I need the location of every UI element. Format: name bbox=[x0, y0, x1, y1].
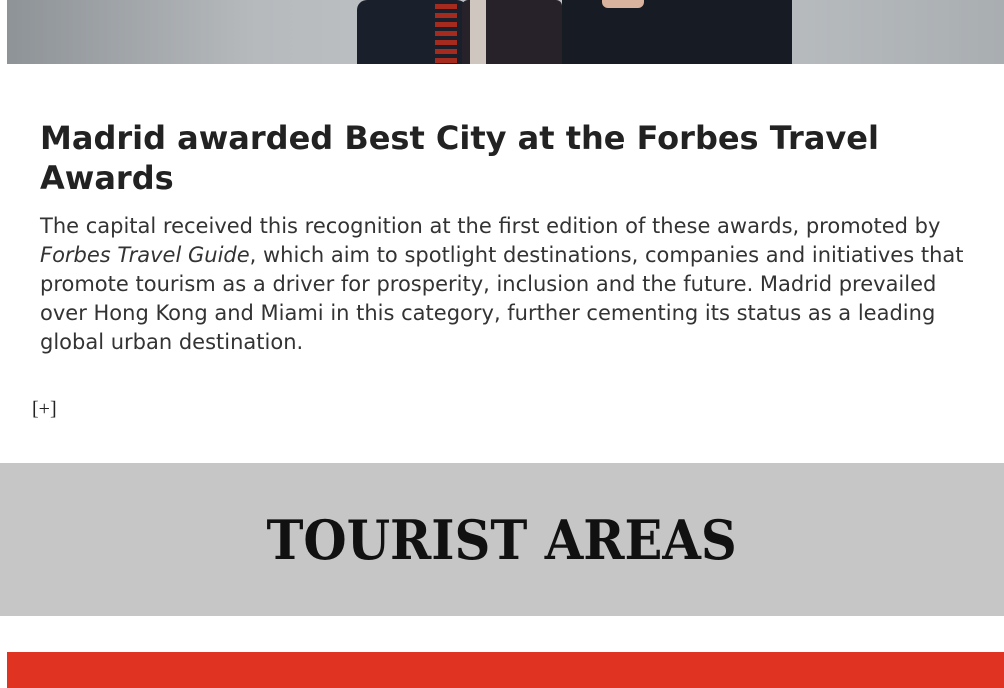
hero-figure-left bbox=[357, 0, 467, 64]
expand-more-toggle[interactable]: [+] bbox=[32, 397, 57, 421]
article-body: The capital received this recognition at… bbox=[40, 212, 970, 357]
article-body-publication: Forbes Travel Guide bbox=[40, 243, 250, 267]
section-title: TOURIST AREAS bbox=[266, 507, 738, 572]
article-title[interactable]: Madrid awarded Best City at the Forbes T… bbox=[40, 118, 970, 198]
hero-figure-necklace bbox=[435, 4, 457, 64]
hero-photo bbox=[7, 0, 1004, 64]
hero-figure-hand bbox=[602, 0, 644, 8]
hero-figure-shirt bbox=[470, 0, 486, 64]
hero-figure-right bbox=[562, 0, 792, 64]
section-banner: TOURIST AREAS bbox=[0, 463, 1004, 616]
article-body-text-1: The capital received this recognition at… bbox=[40, 214, 941, 238]
red-banner-strip[interactable] bbox=[7, 652, 1004, 688]
hero-figure-middle bbox=[462, 0, 562, 64]
news-article: Madrid awarded Best City at the Forbes T… bbox=[40, 118, 970, 357]
page: Madrid awarded Best City at the Forbes T… bbox=[0, 0, 1004, 688]
